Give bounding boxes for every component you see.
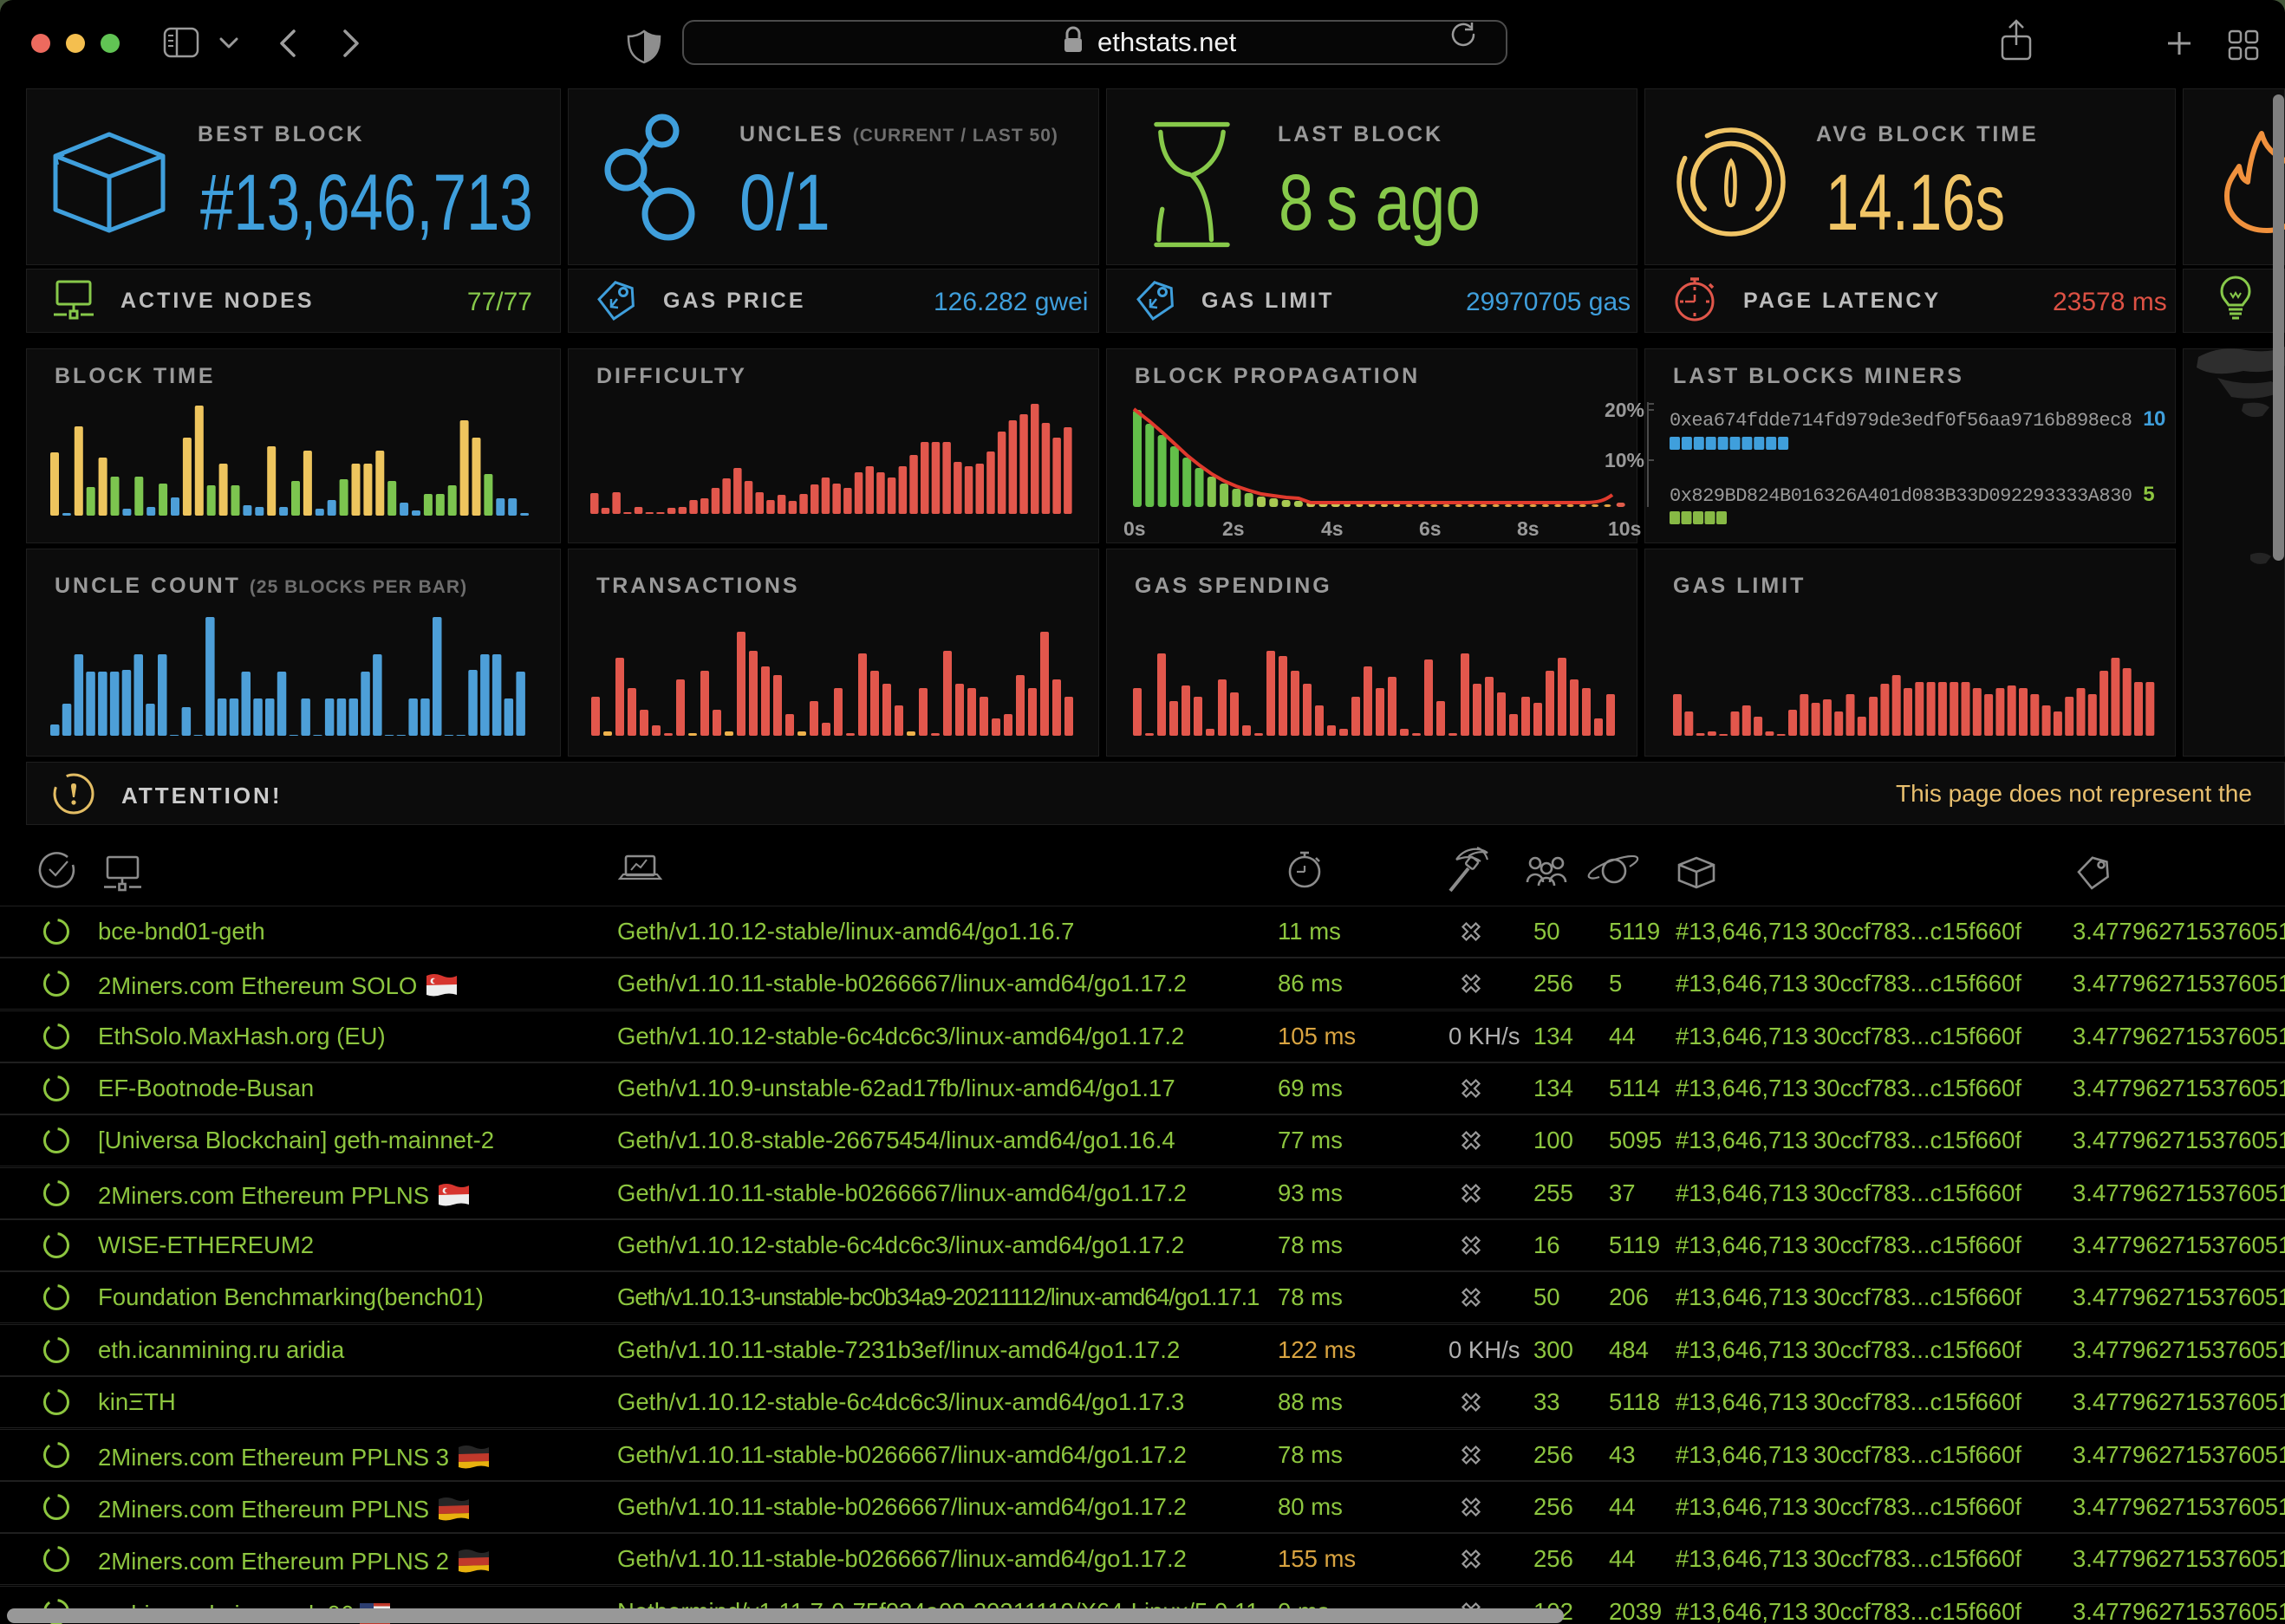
svg-text:20%: 20% [1605, 399, 1644, 421]
svg-text:10%: 10% [1605, 449, 1644, 471]
